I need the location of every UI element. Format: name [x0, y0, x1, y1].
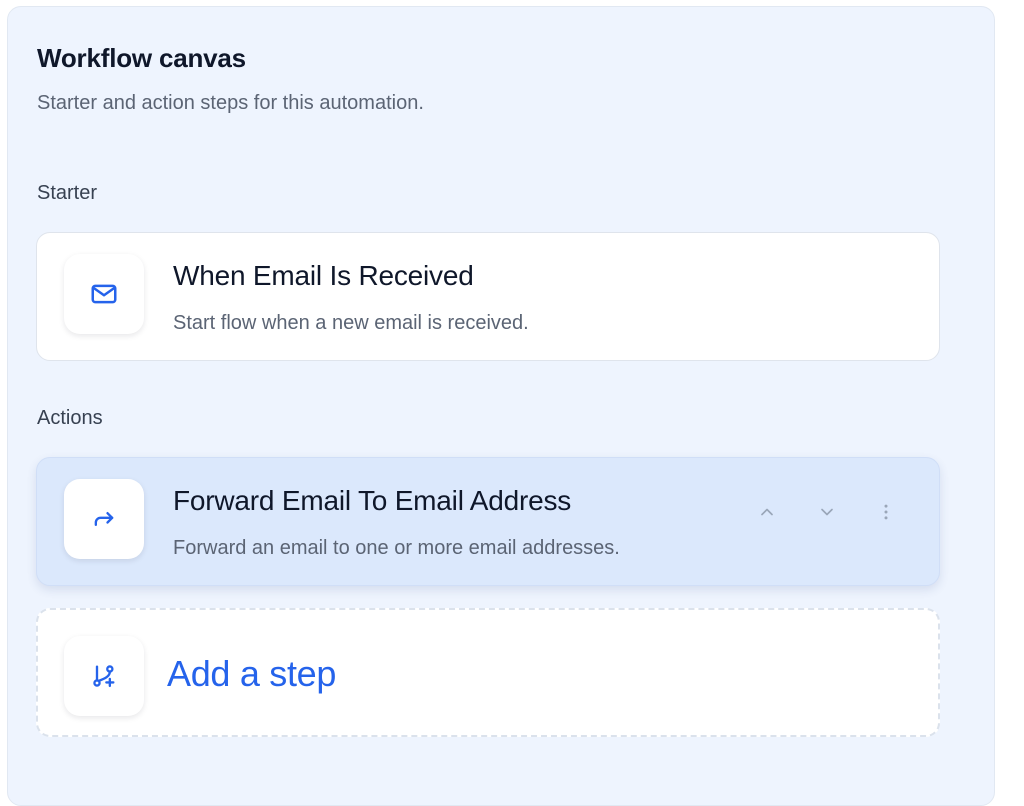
- action-icon-box: [64, 479, 144, 559]
- more-options-button[interactable]: [872, 498, 900, 526]
- starter-description: Start flow when a new email is received.: [173, 312, 529, 334]
- chevron-up-icon: [761, 508, 773, 516]
- canvas-title: Workflow canvas: [37, 43, 246, 73]
- starter-section-label: Starter: [37, 182, 98, 204]
- move-up-button[interactable]: [753, 498, 781, 526]
- starter-card[interactable]: When Email Is Received Start flow when a…: [36, 232, 940, 361]
- add-step-label: Add a step: [167, 653, 337, 694]
- chevron-down-icon: [821, 508, 833, 516]
- starter-title: When Email Is Received: [173, 260, 474, 291]
- action-title: Forward Email To Email Address: [173, 485, 572, 516]
- canvas-subtitle: Starter and action steps for this automa…: [37, 92, 424, 114]
- move-down-button[interactable]: [813, 498, 841, 526]
- actions-section-label: Actions: [37, 407, 103, 429]
- more-vertical-icon: [884, 504, 888, 520]
- mail-icon: [91, 284, 117, 304]
- branch-plus-icon: [93, 665, 115, 688]
- starter-icon-box: [64, 254, 144, 334]
- action-card-forward-email[interactable]: Forward Email To Email Address Forward a…: [36, 457, 940, 586]
- add-step-button[interactable]: Add a step: [36, 608, 940, 737]
- add-step-icon-box: [64, 636, 144, 716]
- workflow-canvas-panel: Workflow canvas Starter and action steps…: [7, 6, 995, 806]
- forward-arrow-icon: [94, 511, 114, 526]
- action-description: Forward an email to one or more email ad…: [173, 537, 620, 559]
